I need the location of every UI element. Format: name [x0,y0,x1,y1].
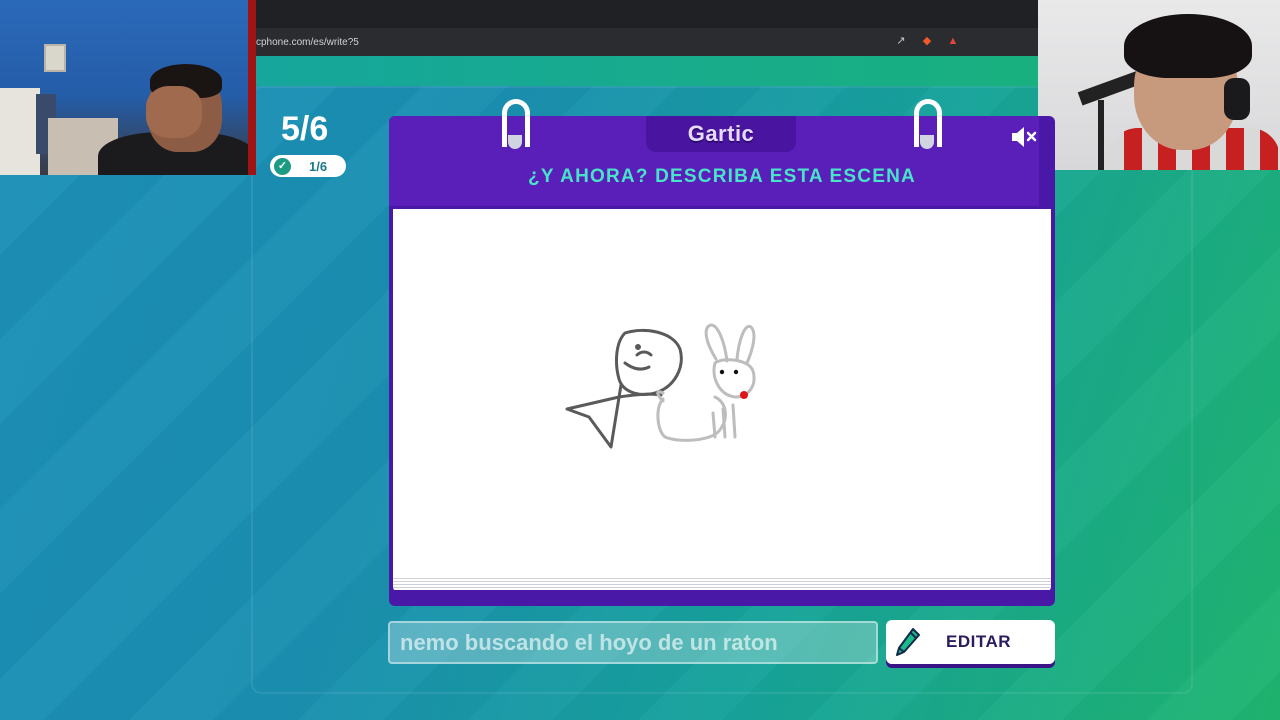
binder-ring-right [914,99,942,149]
browser-tab-strip [256,0,1038,28]
tripod-leg [1098,100,1104,170]
brave-shield-icon[interactable]: ◆ [920,34,934,48]
rabbit-eye-left [719,369,725,375]
players-done-pill: ✓ 1/6 [270,155,346,177]
round-counter: 5/6 [281,110,329,148]
edit-button[interactable]: EDITAR [886,620,1055,664]
webcam-right [1038,0,1280,170]
share-icon[interactable]: ↗ [894,34,908,48]
rabbit-eye-right [733,369,739,375]
sound-muted-icon[interactable] [1008,122,1038,152]
url-text[interactable]: cphone.com/es/write?5 [256,37,359,48]
card-bottom [389,590,1055,606]
browser-toolbar-icons: ↗ ◆ ▲ [894,34,960,48]
check-icon: ✓ [274,157,291,175]
players-done-count: 1/6 [309,158,328,174]
room-furniture [0,88,40,175]
wall-picture [44,44,66,72]
browser-address-bar[interactable]: cphone.com/es/write?5 ↗ ◆ ▲ [256,28,1038,56]
person-hair [1124,14,1252,78]
rabbit-nose [740,391,748,399]
logo-text: Gartic [687,121,755,146]
edit-button-label: EDITAR [946,632,1012,651]
brave-rewards-icon[interactable]: ▲ [946,34,960,48]
drawing-canvas [393,209,1051,591]
answer-input[interactable] [388,621,878,664]
fish-drawing [565,328,683,449]
prompt-title: ¿Y AHORA? DESCRIBA ESTA ESCENA [528,166,916,187]
game-top-strip [256,56,1038,86]
scene-drawing [565,323,756,449]
pencil-icon [896,628,920,656]
person-hand [146,86,202,138]
gartic-logo: Gartic [646,116,796,152]
binder-ring-left [502,99,530,149]
webcam-left [0,0,256,175]
headset [1224,78,1250,120]
red-edge [248,0,256,175]
